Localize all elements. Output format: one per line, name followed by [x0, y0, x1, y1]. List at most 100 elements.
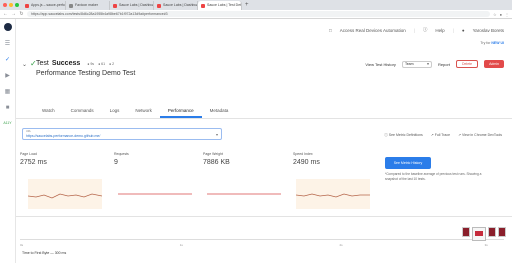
help-icon: ⓘ — [422, 27, 428, 32]
duration-badge: ● 9s — [87, 62, 95, 66]
user-menu[interactable]: Yaroslav Borets — [473, 28, 504, 33]
tab-performance[interactable]: Performance — [159, 105, 202, 118]
chevron-down-icon[interactable]: ⌄ — [22, 61, 27, 68]
report-link[interactable]: Report — [438, 62, 450, 67]
metric-label: Page Load — [20, 152, 37, 156]
test-tabs: Watch Commands Logs Network Performance … — [16, 105, 512, 119]
tab-label: Sauce Labs | Dashboards — [163, 3, 198, 7]
sparkline-path — [28, 193, 102, 199]
filmstrip-frame[interactable] — [498, 227, 506, 237]
devices-badge: ● 2 — [109, 62, 115, 66]
window-controls[interactable] — [3, 3, 19, 7]
browser-tab-active[interactable]: Sauce Labs | Test Details — [198, 1, 242, 10]
reload-icon[interactable]: ↻ — [19, 11, 24, 17]
analytics-icon[interactable]: ▦ — [5, 89, 11, 95]
time-to-first-byte: Time to First Byte — 300 ms — [22, 251, 67, 255]
filmstrip-thumbnails — [462, 227, 506, 241]
filmstrip-frame[interactable] — [472, 227, 486, 241]
url-select[interactable]: URL https://saucelabs-performance-demo.g… — [22, 128, 222, 140]
commands-badge: ● 61 — [98, 62, 106, 66]
tab-label: Sauce Labs | Test Details — [207, 3, 242, 7]
metric-definitions-link[interactable]: ⓘ See Metric Definitions — [384, 133, 423, 138]
browser-tabbar: Apps.js – sauce-performance... Favicon m… — [0, 0, 512, 10]
favicon-icon — [201, 3, 205, 8]
tab-label: Apps.js – sauce-performance... — [31, 3, 66, 7]
metric-label: Requests — [114, 152, 129, 156]
tab-metadata[interactable]: Metadata — [202, 105, 237, 118]
profile-icon[interactable]: ● — [500, 12, 502, 17]
admin-button[interactable]: Admin — [484, 60, 504, 68]
menu-icon[interactable]: ⋮ — [505, 12, 509, 17]
page-weight-sparkline — [207, 193, 281, 195]
favicon-icon — [69, 3, 73, 8]
metric-label: Speed Index — [293, 152, 313, 156]
live-testing-icon[interactable]: ▶ — [5, 73, 10, 79]
forward-icon[interactable]: → — [11, 11, 16, 17]
filmstrip-frame[interactable] — [462, 227, 470, 237]
browser-tab[interactable]: Favicon maker — [66, 1, 110, 10]
metric-page-load: Page Load 2752 ms — [20, 152, 47, 166]
divider: | — [452, 27, 454, 33]
axis-tick: 0s — [20, 243, 24, 247]
url-select-value: https://saucelabs-performance-demo.githu… — [26, 134, 101, 138]
speed-index-sparkline — [296, 179, 370, 209]
metric-page-weight: Page Weight 7886 KB — [203, 152, 230, 166]
full-trace-link[interactable]: ↗ Full Trace — [431, 133, 450, 138]
chrome-devtools-link[interactable]: ↗ View in Chrome DevTools — [458, 133, 502, 138]
saucelabs-logo[interactable] — [3, 23, 12, 31]
tab-label: Favicon maker — [75, 3, 98, 7]
axis-tick: 3s — [484, 243, 488, 247]
minimize-window-icon[interactable] — [9, 3, 13, 7]
team-select-value: Team — [404, 61, 414, 66]
access-real-devices-link[interactable]: Access Real Devices Automation — [340, 28, 406, 33]
see-metric-history-button[interactable]: See Metric History — [385, 157, 431, 169]
favicon-icon — [113, 3, 117, 8]
user-avatar-icon: ● — [461, 27, 465, 33]
sparkline-path — [296, 193, 370, 198]
a11y-icon[interactable]: A11Y — [3, 121, 11, 125]
tab-logs[interactable]: Logs — [102, 105, 128, 118]
axis-tick: 2s — [339, 243, 343, 247]
favicon-icon — [25, 3, 29, 8]
close-window-icon[interactable] — [3, 3, 7, 7]
help-menu[interactable]: Help — [435, 28, 444, 33]
view-test-history-link[interactable]: View Test History — [365, 62, 396, 67]
automated-tests-icon[interactable]: ✓ — [5, 57, 10, 63]
axis-tick: 1s — [179, 243, 183, 247]
baseline-note: *Compared to the baseline average of pre… — [385, 172, 482, 181]
back-icon[interactable]: ← — [3, 11, 8, 17]
favicon-icon — [157, 3, 161, 8]
filmstrip-frame[interactable] — [488, 227, 496, 237]
new-ui-link[interactable]: NEW UI — [491, 41, 504, 45]
metric-value: 2752 ms — [20, 159, 47, 166]
star-icon[interactable]: ☆ — [493, 12, 497, 17]
new-ui-prefix: Try for — [480, 41, 491, 45]
maximize-window-icon[interactable] — [15, 3, 19, 7]
test-status: Success — [51, 60, 81, 67]
tab-network[interactable]: Network — [127, 105, 160, 118]
top-bar: □ Access Real Devices Automation | ⓘ Hel… — [16, 19, 512, 41]
header-actions: View Test History Team ▾ Report Delete Ad… — [365, 60, 504, 68]
full-trace-label: Full Trace — [434, 133, 451, 137]
browser-tab[interactable]: Sauce Labs | Dashboards — [110, 1, 154, 10]
page-load-sparkline — [28, 179, 102, 209]
tab-label: Sauce Labs | Dashboards — [119, 3, 154, 7]
browser-toolbar: ← → ↻ https://app.saucelabs.com/tests/8d… — [0, 10, 512, 19]
archive-icon[interactable]: ■ — [6, 105, 10, 111]
metric-speed-index: Speed Index 2490 ms — [293, 152, 320, 166]
team-select[interactable]: Team ▾ — [401, 60, 432, 68]
tab-watch[interactable]: Watch — [34, 105, 63, 118]
test-header: ⌄ ✓ Test Success ● 9s ● 61 ● 2 Performan… — [16, 55, 512, 85]
browser-tab[interactable]: Apps.js – sauce-performance... — [22, 1, 66, 10]
delete-button[interactable]: Delete — [455, 60, 479, 68]
address-bar[interactable]: https://app.saucelabs.com/tests/8d6c28a1… — [27, 11, 490, 17]
filmstrip-axis: 0s 1s 2s 3s — [20, 239, 504, 247]
dashboard-icon[interactable]: ☰ — [5, 41, 10, 47]
new-tab-button[interactable]: + — [242, 1, 252, 10]
tab-commands[interactable]: Commands — [63, 105, 102, 118]
performance-links: ⓘ See Metric Definitions ↗ Full Trace ↗ … — [384, 133, 502, 138]
browser-tab[interactable]: Sauce Labs | Dashboards — [154, 1, 198, 10]
test-meta: ● 9s ● 61 ● 2 — [87, 62, 114, 66]
metric-value: 2490 ms — [293, 159, 320, 166]
url-select-label: URL — [26, 130, 32, 133]
